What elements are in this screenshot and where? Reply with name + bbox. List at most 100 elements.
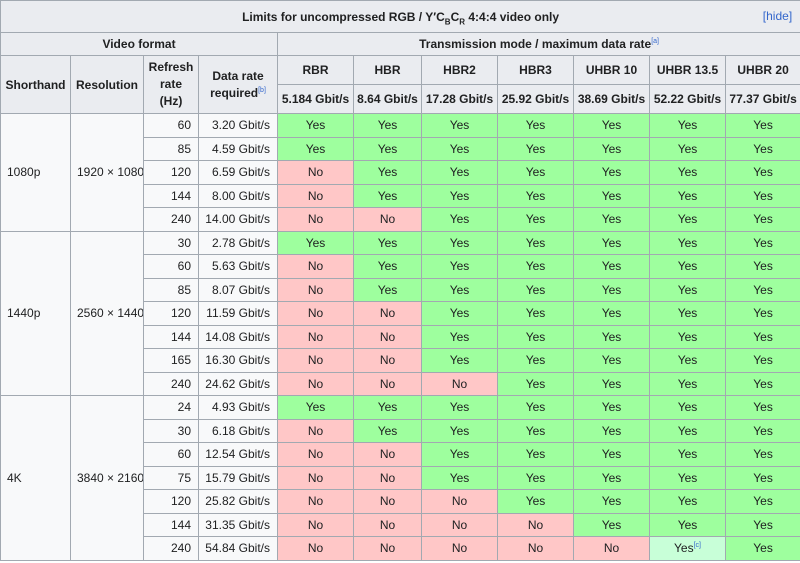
support-cell: Yes	[724, 324, 800, 349]
support-cell: Yes	[497, 418, 574, 443]
support-cell: Yes	[573, 301, 650, 326]
ref-a-link[interactable]: [a]	[651, 38, 659, 45]
support-cell: Yes	[497, 301, 574, 326]
resolution-header: Resolution	[70, 55, 144, 114]
support-cell: Yes	[724, 442, 800, 467]
mode-rate-0: 5.184 Gbit/s	[277, 84, 354, 114]
support-cell: Yes	[421, 465, 498, 490]
mode-rate-4: 38.69 Gbit/s	[573, 84, 650, 114]
support-cell: Yes	[353, 230, 422, 255]
table-caption: Limits for uncompressed RGB / Y′CBCR 4:4…	[0, 0, 800, 33]
mode-name-5: UHBR 13.5	[649, 55, 726, 85]
support-cell: Yes	[573, 418, 650, 443]
support-cell: Yes	[277, 113, 354, 138]
support-cell: No	[353, 536, 422, 561]
support-cell: Yes	[573, 324, 650, 349]
caption-text: Limits for uncompressed RGB / Y′C	[242, 9, 445, 24]
support-cell: Yes	[649, 442, 726, 467]
support-cell: Yes	[573, 136, 650, 161]
support-cell: No	[277, 183, 354, 208]
support-cell: Yes	[573, 512, 650, 537]
shorthand-cell: 1440p	[0, 230, 71, 396]
support-cell: No	[421, 489, 498, 514]
support-cell: Yes	[497, 277, 574, 302]
refresh-cell: 120	[143, 489, 199, 514]
transmission-mode-label: Transmission mode / maximum data rate	[419, 37, 652, 51]
support-cell: Yes	[649, 136, 726, 161]
support-cell: Yes	[277, 136, 354, 161]
support-cell: Yes	[497, 160, 574, 185]
video-format-header: Video format	[0, 32, 278, 56]
support-cell: No	[277, 512, 354, 537]
support-cell: Yes	[421, 442, 498, 467]
support-cell: Yes	[724, 536, 800, 561]
support-cell: No	[277, 442, 354, 467]
support-cell: Yes	[724, 183, 800, 208]
support-cell: Yes[c]	[649, 536, 726, 561]
support-cell: Yes	[573, 254, 650, 279]
support-cell: Yes	[353, 395, 422, 420]
support-cell: Yes	[573, 207, 650, 232]
support-cell: Yes	[724, 160, 800, 185]
support-cell: Yes	[497, 348, 574, 373]
support-cell: Yes	[421, 277, 498, 302]
support-cell: Yes	[421, 113, 498, 138]
support-cell: Yes	[649, 230, 726, 255]
refresh-cell: 24	[143, 395, 199, 420]
support-cell: Yes	[421, 348, 498, 373]
support-cell: Yes	[724, 254, 800, 279]
hide-link[interactable]: [hide]	[763, 9, 792, 23]
support-cell: Yes	[353, 277, 422, 302]
support-cell: Yes	[573, 160, 650, 185]
support-cell: No	[277, 489, 354, 514]
support-cell: Yes	[421, 183, 498, 208]
refresh-cell: 144	[143, 183, 199, 208]
data-rate-cell: 4.93 Gbit/s	[198, 395, 278, 420]
refresh-cell: 144	[143, 324, 199, 349]
support-cell: No	[277, 254, 354, 279]
support-cell: Yes	[724, 136, 800, 161]
support-cell: Yes	[649, 512, 726, 537]
shorthand-cell: 1080p	[0, 113, 71, 232]
support-cell: Yes	[649, 371, 726, 396]
support-cell: Yes	[497, 113, 574, 138]
refresh-cell: 144	[143, 512, 199, 537]
support-cell: Yes	[724, 277, 800, 302]
refresh-cell: 240	[143, 371, 199, 396]
support-cell: Yes	[649, 489, 726, 514]
data-rate-cell: 15.79 Gbit/s	[198, 465, 278, 490]
resolution-cell: 3840 × 2160	[70, 395, 144, 561]
refresh-cell: 120	[143, 160, 199, 185]
support-cell: Yes	[573, 442, 650, 467]
support-cell: No	[277, 371, 354, 396]
ref-c-link[interactable]: [c]	[694, 542, 701, 549]
support-cell: Yes	[497, 207, 574, 232]
support-cell: Yes	[277, 230, 354, 255]
refresh-cell: 85	[143, 277, 199, 302]
support-cell: No	[277, 277, 354, 302]
support-cell: Yes	[724, 348, 800, 373]
data-rate-cell: 11.59 Gbit/s	[198, 301, 278, 326]
support-cell: No	[353, 489, 422, 514]
support-cell: No	[421, 536, 498, 561]
resolution-cell: 2560 × 1440	[70, 230, 144, 396]
support-cell: Yes	[497, 136, 574, 161]
data-rate-cell: 12.54 Gbit/s	[198, 442, 278, 467]
support-cell: Yes	[649, 301, 726, 326]
support-cell: Yes	[497, 183, 574, 208]
support-cell: Yes	[353, 183, 422, 208]
data-rate-cell: 25.82 Gbit/s	[198, 489, 278, 514]
support-cell: Yes	[421, 160, 498, 185]
support-cell: No	[277, 324, 354, 349]
ref-b-link[interactable]: [b]	[258, 87, 266, 94]
support-value: Yes	[674, 541, 694, 556]
refresh-cell: 85	[143, 136, 199, 161]
support-cell: Yes	[421, 418, 498, 443]
support-cell: Yes	[573, 395, 650, 420]
shorthand-header: Shorthand	[0, 55, 71, 114]
support-cell: No	[497, 536, 574, 561]
support-cell: Yes	[497, 230, 574, 255]
support-cell: Yes	[573, 277, 650, 302]
support-cell: No	[421, 512, 498, 537]
support-cell: Yes	[421, 324, 498, 349]
